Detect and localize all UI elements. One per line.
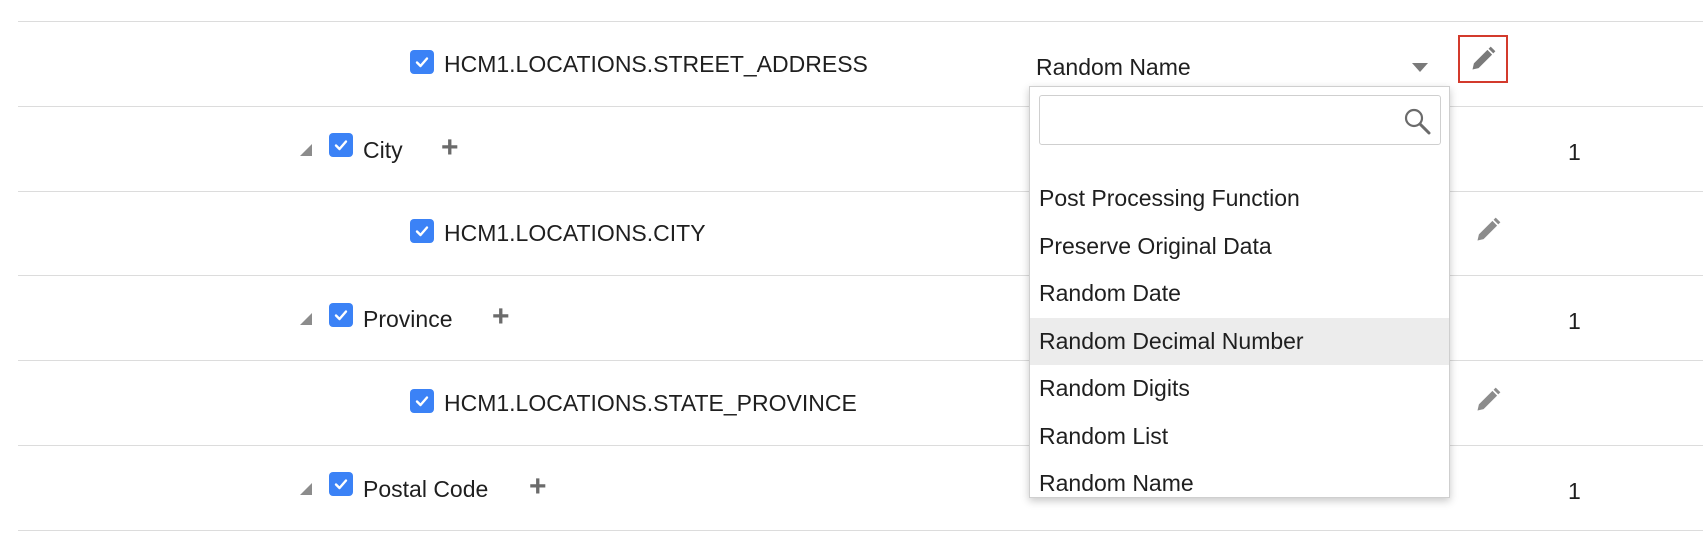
row-divider — [18, 530, 1703, 531]
dropdown-option[interactable]: Random Name — [1030, 460, 1449, 508]
field-label: HCM1.LOCATIONS.STREET_ADDRESS — [444, 51, 868, 77]
checkmark-icon — [334, 140, 348, 151]
triangle-expanded-icon[interactable] — [300, 144, 312, 156]
group-label: Province — [363, 306, 453, 332]
dropdown-option[interactable]: Preserve Original Data — [1030, 223, 1449, 271]
state-province-checkbox[interactable] — [410, 389, 434, 413]
group-count: 1 — [1568, 139, 1581, 165]
edit-button-street-address[interactable] — [1458, 35, 1508, 83]
dropdown-options: Post Processing Function Preserve Origin… — [1030, 175, 1449, 508]
masking-format-dropdown: Post Processing Function Preserve Origin… — [1029, 86, 1450, 498]
add-button[interactable]: + — [492, 302, 510, 332]
checkmark-icon — [415, 226, 429, 237]
group-label: City — [363, 137, 403, 163]
checkmark-icon — [415, 396, 429, 407]
add-button[interactable]: + — [441, 133, 459, 163]
postal-code-checkbox[interactable] — [329, 472, 353, 496]
search-icon[interactable] — [1402, 106, 1432, 136]
dropdown-search-input[interactable] — [1048, 104, 1382, 138]
checkmark-icon — [334, 310, 348, 321]
masking-format-select[interactable]: Random Name — [1036, 51, 1436, 85]
checkmark-icon — [415, 57, 429, 68]
checkmark-icon — [334, 479, 348, 490]
pencil-icon — [1477, 217, 1501, 241]
pencil-icon — [1472, 46, 1496, 70]
dropdown-option[interactable]: Random Date — [1030, 270, 1449, 318]
dropdown-option[interactable]: Random List — [1030, 413, 1449, 461]
street-address-checkbox[interactable] — [410, 50, 434, 74]
edit-button-city[interactable] — [1472, 214, 1504, 246]
triangle-expanded-icon[interactable] — [300, 313, 312, 325]
dropdown-option[interactable]: Random Digits — [1030, 365, 1449, 413]
group-label: Postal Code — [363, 476, 489, 502]
edit-button-state-province[interactable] — [1472, 384, 1504, 416]
add-button[interactable]: + — [529, 472, 547, 502]
province-checkbox[interactable] — [329, 303, 353, 327]
triangle-expanded-icon[interactable] — [300, 483, 312, 495]
city-field-checkbox[interactable] — [410, 219, 434, 243]
dropdown-option-highlighted[interactable]: Random Decimal Number — [1030, 317, 1449, 365]
city-checkbox[interactable] — [329, 133, 353, 157]
dropdown-option[interactable]: Post Processing Function — [1030, 175, 1449, 223]
field-label: HCM1.LOCATIONS.CITY — [444, 220, 706, 246]
pencil-icon — [1477, 387, 1501, 411]
group-count: 1 — [1568, 308, 1581, 334]
group-count: 1 — [1568, 478, 1581, 504]
field-label: HCM1.LOCATIONS.STATE_PROVINCE — [444, 390, 857, 416]
chevron-down-icon — [1412, 63, 1428, 72]
select-value: Random Name — [1036, 54, 1191, 80]
dropdown-search[interactable] — [1039, 95, 1441, 145]
